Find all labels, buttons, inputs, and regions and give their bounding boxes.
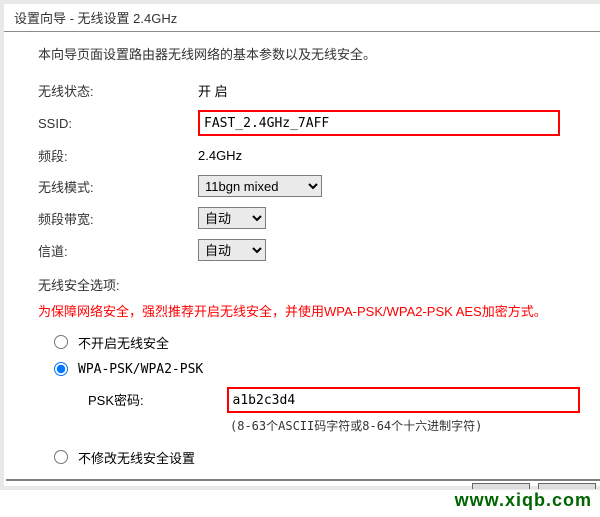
psk-input[interactable] [233,393,574,408]
status-value: 开 启 [198,81,580,100]
band-label: 频段: [38,146,198,165]
channel-select[interactable]: 自动 [198,239,266,261]
psk-highlight [227,387,580,413]
radio-nomod-label: 不修改无线安全设置 [78,448,195,467]
radio-off[interactable] [54,335,68,349]
page-title: 设置向导 - 无线设置 2.4GHz [14,11,177,26]
security-warning: 为保障网络安全，强烈推荐开启无线安全，并使用WPA-PSK/WPA2-PSK A… [38,302,580,323]
security-title: 无线安全选项: [38,275,580,294]
bandwidth-select[interactable]: 自动 [198,207,266,229]
watermark: www.xiqb.com [455,490,592,511]
channel-label: 信道: [38,241,198,260]
radio-wpa[interactable] [54,362,68,376]
next-button[interactable] [538,483,596,489]
ssid-highlight [198,110,560,136]
ssid-input[interactable] [204,116,554,131]
radio-nomod[interactable] [54,450,68,464]
psk-label: PSK密码: [88,390,227,409]
psk-hint: (8-63个ASCII码字符或8-64个十六进制字符) [230,417,580,434]
ssid-label: SSID: [38,116,198,131]
mode-select[interactable]: 11bgn mixed [198,175,322,197]
prev-button[interactable] [472,483,530,489]
status-label: 无线状态: [38,81,198,100]
divider [6,479,600,481]
bandwidth-label: 频段带宽: [38,209,198,228]
radio-off-label: 不开启无线安全 [78,333,169,352]
footer-buttons [472,483,596,489]
title-bar: 设置向导 - 无线设置 2.4GHz [4,4,600,32]
band-value: 2.4GHz [198,148,580,163]
mode-label: 无线模式: [38,177,198,196]
radio-wpa-label: WPA-PSK/WPA2-PSK [78,362,203,377]
intro-text: 本向导页面设置路由器无线网络的基本参数以及无线安全。 [38,44,580,63]
